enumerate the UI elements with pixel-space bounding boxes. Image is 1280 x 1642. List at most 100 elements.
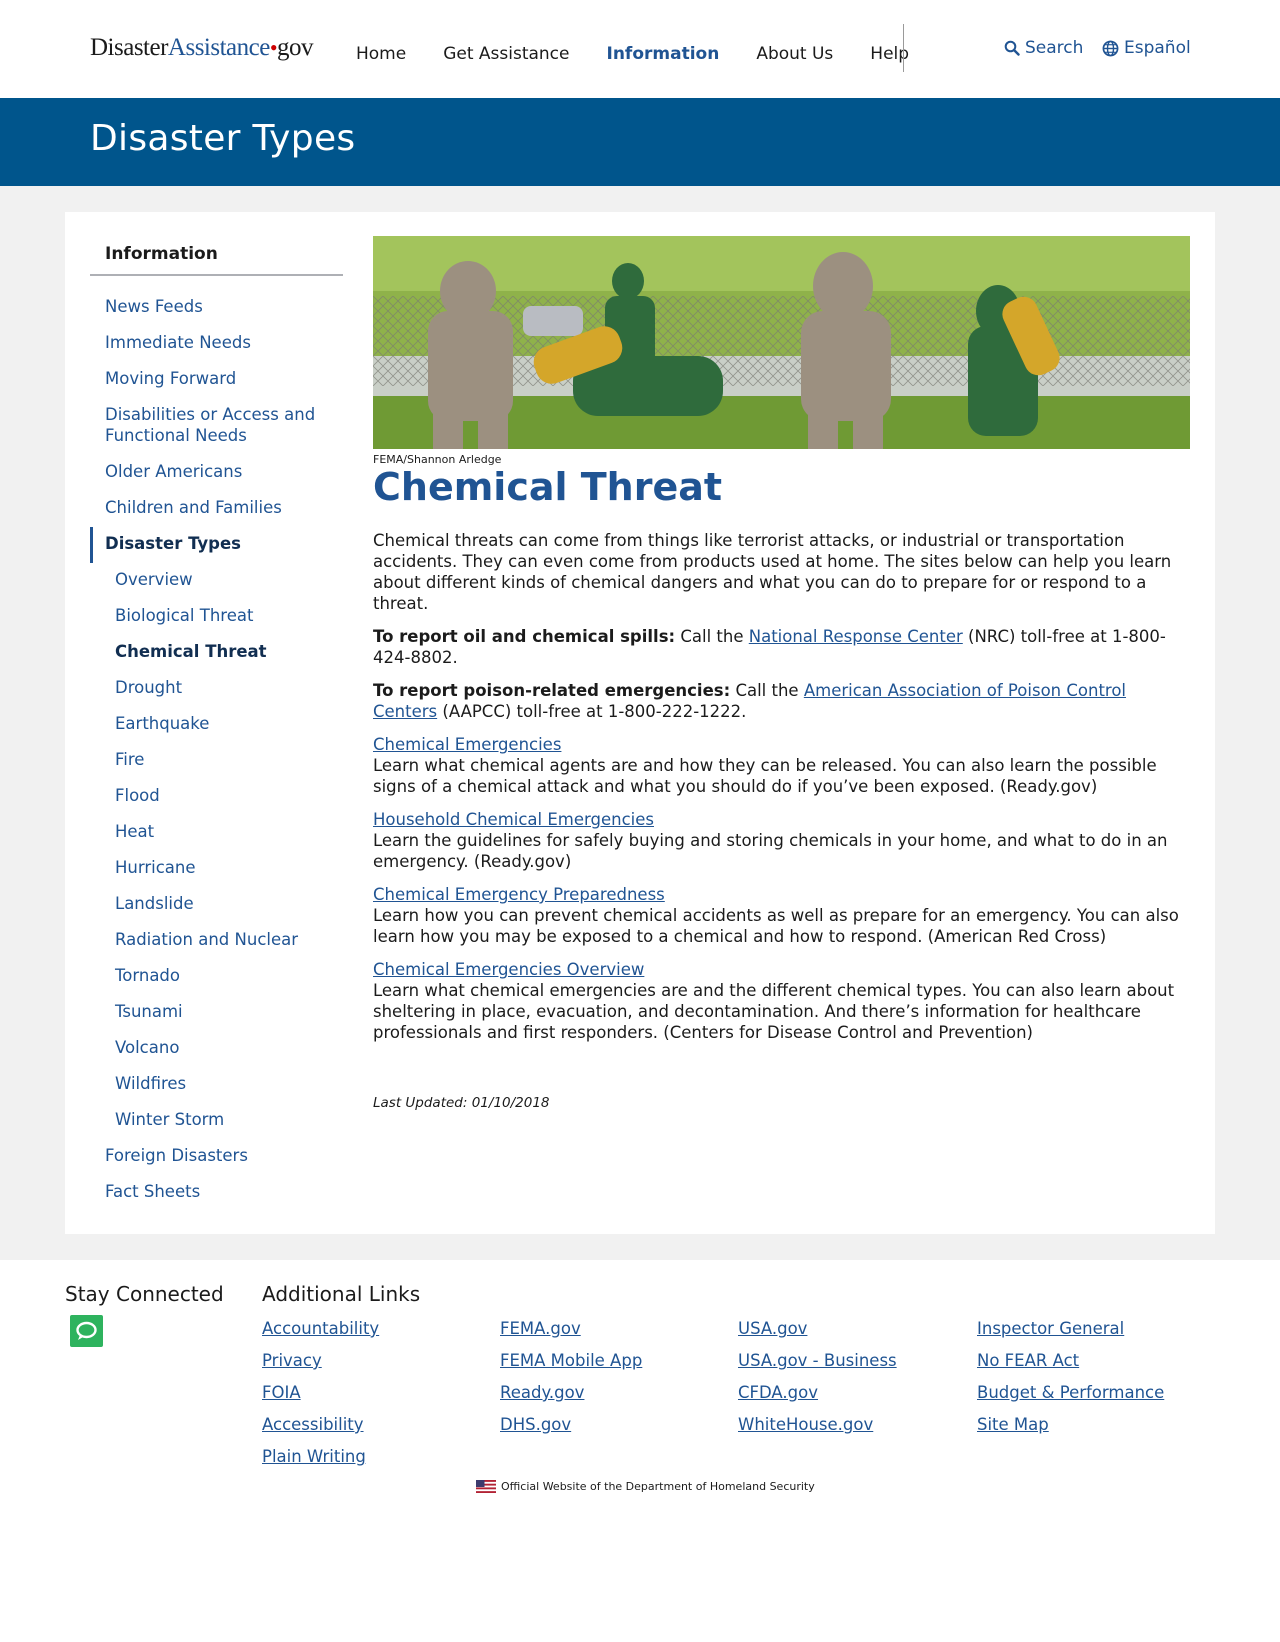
sidebar-item-news-feeds[interactable]: News Feeds [90, 290, 343, 326]
footer-link-usa-business[interactable]: USA.gov - Business [738, 1350, 897, 1382]
footer-link-ready[interactable]: Ready.gov [500, 1382, 642, 1414]
logo-dot: • [269, 35, 278, 60]
spill-paragraph: To report oil and chemical spills: Call … [373, 626, 1183, 668]
nav-home[interactable]: Home [356, 44, 406, 64]
banner-title: Disaster Types [90, 118, 356, 159]
resource-desc: Learn the guidelines for safely buying a… [373, 831, 1168, 871]
article-body: Chemical threats can come from things li… [373, 530, 1183, 1055]
sidebar-subitem-heat[interactable]: Heat [90, 815, 343, 851]
footer-link-cfda[interactable]: CFDA.gov [738, 1382, 897, 1414]
logo-part-assistance: Assistance [167, 34, 270, 61]
poison-paragraph: To report poison-related emergencies: Ca… [373, 680, 1183, 722]
sidebar-subitem-hurricane[interactable]: Hurricane [90, 851, 343, 887]
sidebar-subitem-overview[interactable]: Overview [90, 563, 343, 599]
resource-desc: Learn what chemical emergencies are and … [373, 981, 1175, 1042]
sidebar-item-disaster-types[interactable]: Disaster Types [90, 527, 343, 563]
nrc-link[interactable]: National Response Center [749, 627, 963, 646]
sidebar-subitem-earthquake[interactable]: Earthquake [90, 707, 343, 743]
additional-links-heading: Additional Links [262, 1282, 421, 1306]
nav-divider [903, 24, 904, 72]
language-label: Español [1124, 38, 1191, 58]
footer-column-2: FEMA.gov FEMA Mobile App Ready.gov DHS.g… [500, 1318, 642, 1446]
page-title: Chemical Threat [373, 465, 723, 509]
nav-information[interactable]: Information [607, 44, 720, 64]
search-icon [1004, 40, 1020, 56]
footer-link-fema[interactable]: FEMA.gov [500, 1318, 642, 1350]
last-updated: Last Updated: 01/10/2018 [373, 1095, 550, 1111]
resource-link-chemical-emergencies[interactable]: Chemical Emergencies [373, 734, 1183, 755]
sidebar-subitem-flood[interactable]: Flood [90, 779, 343, 815]
sidebar-item-fact-sheets[interactable]: Fact Sheets [90, 1175, 343, 1211]
sidebar-item-disabilities[interactable]: Disabilities or Access and Functional Ne… [90, 398, 343, 455]
footer-link-fema-mobile-app[interactable]: FEMA Mobile App [500, 1350, 642, 1382]
nav-get-assistance[interactable]: Get Assistance [443, 44, 569, 64]
site-logo[interactable]: DisasterAssistance•gov [90, 34, 314, 62]
resource-desc: Learn what chemical agents are and how t… [373, 756, 1157, 796]
footer-column-3: USA.gov USA.gov - Business CFDA.gov Whit… [738, 1318, 897, 1446]
footer-link-privacy[interactable]: Privacy [262, 1350, 379, 1382]
nav-about-us[interactable]: About Us [756, 44, 833, 64]
sidebar-item-older-americans[interactable]: Older Americans [90, 455, 343, 491]
footer-link-budget-performance[interactable]: Budget & Performance [977, 1382, 1164, 1414]
globe-icon [1102, 40, 1119, 56]
language-link[interactable]: Español [1102, 38, 1191, 58]
footer-link-accountability[interactable]: Accountability [262, 1318, 379, 1350]
main-nav: Home Get Assistance Information About Us… [356, 44, 946, 64]
sidebar-subitem-winter-storm[interactable]: Winter Storm [90, 1103, 343, 1139]
footer-link-dhs[interactable]: DHS.gov [500, 1414, 642, 1446]
logo-part-gov: gov [277, 34, 314, 61]
site-header: DisasterAssistance•gov Home Get Assistan… [0, 0, 1280, 98]
resource-item: Chemical Emergencies Learn what chemical… [373, 734, 1183, 797]
resource-link-chemical-overview[interactable]: Chemical Emergencies Overview [373, 959, 1183, 980]
poison-pre: Call the [730, 681, 804, 700]
official-website-text: Official Website of the Department of Ho… [501, 1480, 815, 1493]
search-link[interactable]: Search [1004, 38, 1083, 58]
sidebar-subitem-drought[interactable]: Drought [90, 671, 343, 707]
spill-lead: To report oil and chemical spills: [373, 627, 676, 646]
resource-link-chemical-preparedness[interactable]: Chemical Emergency Preparedness [373, 884, 1183, 905]
sidebar-item-moving-forward[interactable]: Moving Forward [90, 362, 343, 398]
sidebar-subitem-wildfires[interactable]: Wildfires [90, 1067, 343, 1103]
resource-item: Household Chemical Emergencies Learn the… [373, 809, 1183, 872]
sidebar-subitem-radiation-nuclear[interactable]: Radiation and Nuclear [90, 923, 343, 959]
sidebar-nav: News Feeds Immediate Needs Moving Forwar… [90, 290, 343, 1211]
hero-image [373, 236, 1190, 449]
poison-post: (AAPCC) toll-free at 1-800-222-1222. [437, 702, 747, 721]
logo-part-disaster: Disaster [90, 34, 168, 61]
sidebar-subitem-biological-threat[interactable]: Biological Threat [90, 599, 343, 635]
sidebar-subitem-chemical-threat[interactable]: Chemical Threat [90, 635, 343, 671]
spill-pre: Call the [675, 627, 749, 646]
footer-column-1: Accountability Privacy FOIA Accessibilit… [262, 1318, 379, 1478]
sidebar-item-immediate-needs[interactable]: Immediate Needs [90, 326, 343, 362]
sidebar-divider [90, 274, 343, 276]
footer-link-plain-writing[interactable]: Plain Writing [262, 1446, 379, 1478]
sidebar-subitem-landslide[interactable]: Landslide [90, 887, 343, 923]
intro-paragraph: Chemical threats can come from things li… [373, 531, 1172, 613]
sidebar-item-children-families[interactable]: Children and Families [90, 491, 343, 527]
footer-link-usa[interactable]: USA.gov [738, 1318, 897, 1350]
footer-link-whitehouse[interactable]: WhiteHouse.gov [738, 1414, 897, 1446]
resource-item: Chemical Emergencies Overview Learn what… [373, 959, 1183, 1043]
sidebar-subitem-volcano[interactable]: Volcano [90, 1031, 343, 1067]
sidebar-subitem-tornado[interactable]: Tornado [90, 959, 343, 995]
footer-column-4: Inspector General No FEAR Act Budget & P… [977, 1318, 1164, 1446]
stay-connected-heading: Stay Connected [65, 1282, 224, 1306]
poison-lead: To report poison-related emergencies: [373, 681, 731, 700]
footer-link-inspector-general[interactable]: Inspector General [977, 1318, 1164, 1350]
footer-link-foia[interactable]: FOIA [262, 1382, 379, 1414]
official-website-notice: Official Website of the Department of Ho… [476, 1480, 815, 1493]
sidebar-subitem-fire[interactable]: Fire [90, 743, 343, 779]
search-label: Search [1025, 38, 1084, 58]
chat-icon[interactable] [70, 1315, 103, 1347]
page-banner: Disaster Types [0, 98, 1280, 186]
us-flag-icon [476, 1480, 496, 1493]
resource-desc: Learn how you can prevent chemical accid… [373, 906, 1179, 946]
sidebar-subitem-tsunami[interactable]: Tsunami [90, 995, 343, 1031]
footer-link-accessibility[interactable]: Accessibility [262, 1414, 379, 1446]
footer-link-no-fear-act[interactable]: No FEAR Act [977, 1350, 1164, 1382]
resource-link-household-chemical[interactable]: Household Chemical Emergencies [373, 809, 1183, 830]
resource-item: Chemical Emergency Preparedness Learn ho… [373, 884, 1183, 947]
sidebar-item-foreign-disasters[interactable]: Foreign Disasters [90, 1139, 343, 1175]
sidebar-heading: Information [105, 244, 218, 264]
footer-link-site-map[interactable]: Site Map [977, 1414, 1164, 1446]
